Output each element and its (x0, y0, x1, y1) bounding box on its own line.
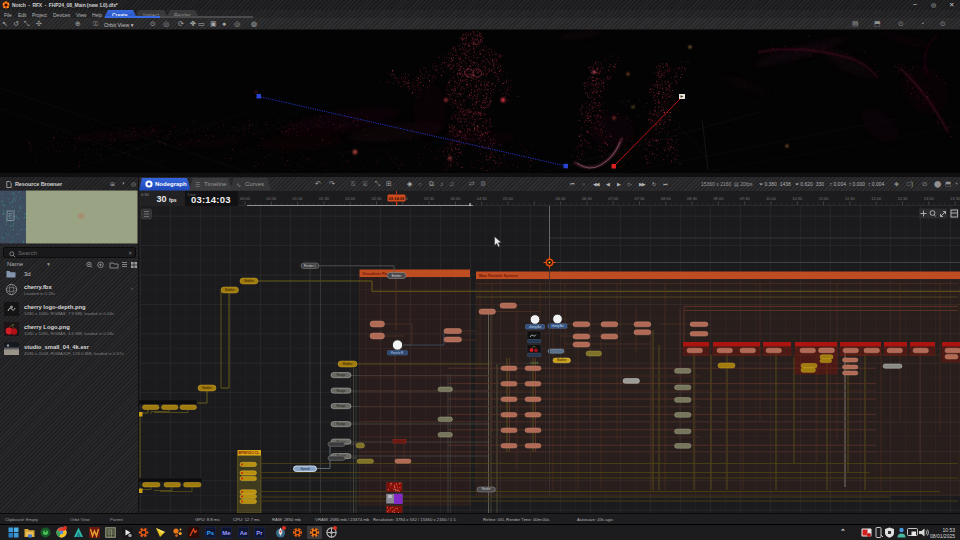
svg-text:cherry.fbx: cherry.fbx (551, 324, 564, 328)
svg-text:Ae: Ae (240, 530, 248, 536)
svg-text:Range: Range (337, 422, 346, 426)
svg-text:Ps: Ps (207, 530, 215, 536)
svg-text:08:00: 08:00 (661, 195, 672, 200)
svg-text:02:30: 02:30 (371, 195, 382, 200)
svg-text:Pr: Pr (256, 530, 263, 536)
svg-text:Max Particle System: Max Particle System (479, 273, 518, 278)
svg-text:01:30: 01:30 (319, 195, 330, 200)
svg-text:cherry.fbx: cherry.fbx (529, 325, 542, 329)
svg-text:Emitter: Emitter (392, 274, 402, 278)
svg-text:03:14:03: 03:14:03 (389, 195, 405, 200)
svg-text:10:30: 10:30 (792, 195, 803, 200)
svg-text:12:30: 12:30 (897, 195, 908, 200)
svg-text:03:30: 03:30 (424, 195, 435, 200)
svg-text:00:00: 00:00 (240, 195, 251, 200)
svg-text:Modifier: Modifier (225, 288, 235, 292)
svg-text:Modifier: Modifier (557, 358, 567, 362)
svg-text:00:30: 00:30 (266, 195, 277, 200)
svg-text:BPM/VDJ CL: BPM/VDJ CL (239, 451, 260, 455)
svg-text:06:30: 06:30 (582, 195, 593, 200)
svg-text:08:30: 08:30 (687, 195, 698, 200)
svg-text:Modifier: Modifier (244, 279, 254, 283)
svg-text:04:00: 04:00 (450, 195, 461, 200)
svg-text:Render L: Render L (304, 264, 317, 268)
svg-text:06:00: 06:00 (556, 195, 567, 200)
svg-text:01:00: 01:00 (293, 195, 304, 200)
svg-text:Modifier: Modifier (202, 386, 212, 390)
svg-text:Range: Range (337, 404, 346, 408)
svg-text:02:00: 02:00 (345, 195, 356, 200)
svg-text:Particle R: Particle R (391, 351, 403, 355)
svg-text:11:30: 11:30 (845, 195, 855, 200)
svg-text:Me: Me (222, 530, 231, 536)
svg-text:07:30: 07:30 (634, 195, 645, 200)
svg-text:11:00: 11:00 (819, 195, 829, 200)
svg-text:12:00: 12:00 (871, 195, 882, 200)
svg-text:Range: Range (337, 373, 346, 377)
svg-text:Render: Render (482, 487, 491, 491)
svg-text:10:00: 10:00 (766, 195, 777, 200)
svg-text:13:30: 13:30 (950, 195, 960, 200)
svg-text:05:00: 05:00 (503, 195, 514, 200)
svg-text:Range: Range (337, 389, 346, 393)
svg-text:✓ cached: ✓ cached (527, 361, 539, 365)
svg-text:09:00: 09:00 (713, 195, 724, 200)
svg-text:09:30: 09:30 (740, 195, 751, 200)
svg-text:Modifier: Modifier (343, 362, 353, 366)
svg-text:07:00: 07:00 (608, 195, 619, 200)
svg-text:13:00: 13:00 (924, 195, 935, 200)
svg-text:04:30: 04:30 (477, 195, 488, 200)
svg-text:Speed: Speed (300, 467, 309, 471)
